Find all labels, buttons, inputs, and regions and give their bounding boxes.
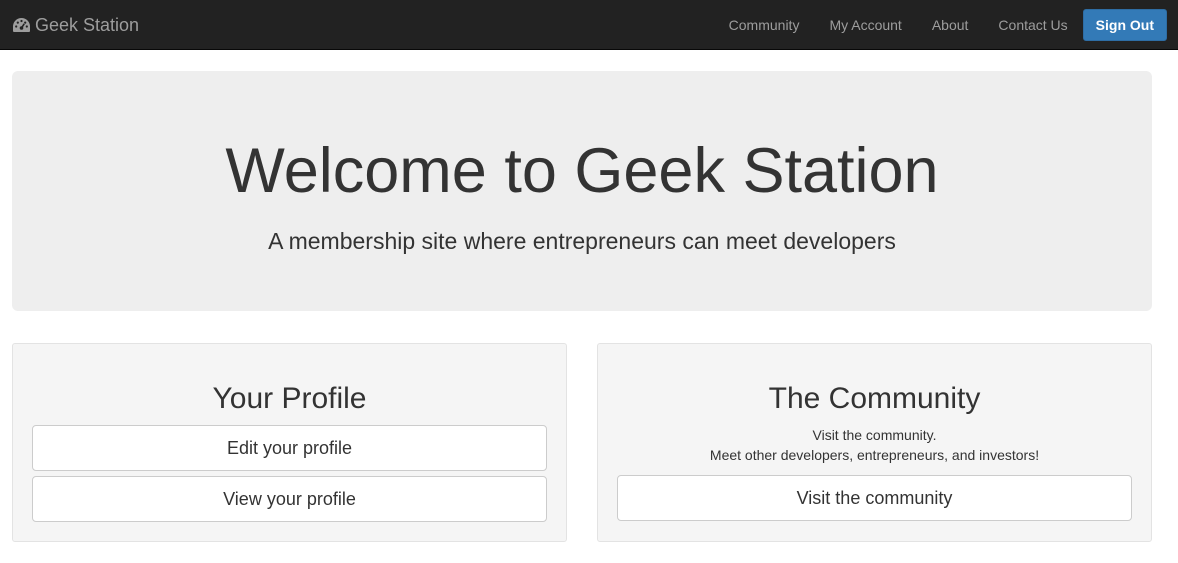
brand-name: Geek Station [35, 14, 140, 35]
view-profile-button[interactable]: View your profile [32, 476, 547, 522]
sign-out-button[interactable]: Sign Out [1082, 9, 1167, 41]
community-panel-title: The Community [768, 382, 981, 415]
hero-title: Welcome to Geek Station [225, 136, 939, 206]
nav-link-about[interactable]: About [917, 0, 984, 50]
profile-panel-title: Your Profile [212, 382, 367, 415]
dashboard-icon [12, 17, 35, 34]
nav-links: Community My Account About Contact Us Si… [714, 0, 1167, 50]
community-description-line1: Visit the community. [812, 427, 937, 443]
profile-panel: Your Profile Edit your profile View your… [12, 343, 567, 542]
brand-link[interactable]: Geek Station [12, 0, 139, 50]
edit-profile-button[interactable]: Edit your profile [32, 425, 547, 471]
community-description-line2: Meet other developers, entrepreneurs, an… [709, 447, 1040, 463]
visit-community-button[interactable]: Visit the community [617, 475, 1132, 521]
nav-link-my-account[interactable]: My Account [814, 0, 916, 50]
nav-link-community[interactable]: Community [714, 0, 815, 50]
nav-link-contact-us[interactable]: Contact Us [983, 0, 1082, 50]
community-panel: The Community Visit the community. Meet … [597, 343, 1152, 542]
hero-subtitle: A membership site where entrepreneurs ca… [268, 228, 896, 254]
hero-jumbotron: Welcome to Geek Station A membership sit… [12, 71, 1152, 311]
top-navbar: Geek Station Community My Account About … [0, 0, 1178, 50]
